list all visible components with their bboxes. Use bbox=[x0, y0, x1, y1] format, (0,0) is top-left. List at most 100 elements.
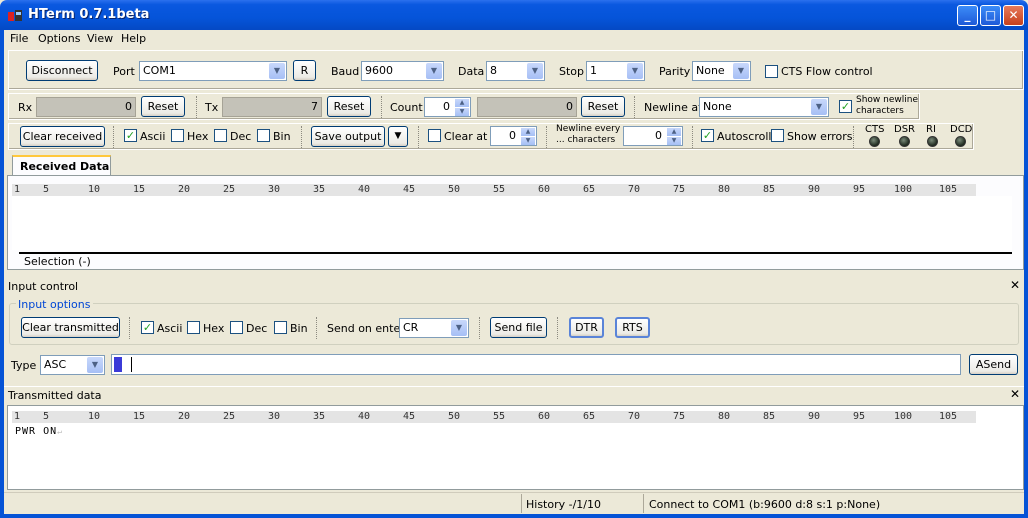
ruler-tick-label: 10 bbox=[88, 411, 101, 422]
spin-down-icon[interactable]: ▼ bbox=[521, 137, 535, 145]
received-text-area[interactable] bbox=[12, 196, 1012, 250]
ruler-tick-label: 105 bbox=[939, 184, 958, 195]
rx-hex-label: Hex bbox=[187, 130, 209, 143]
rx-bin-checkbox[interactable] bbox=[257, 129, 270, 142]
spin-up-icon[interactable]: ▲ bbox=[521, 128, 535, 136]
clear-at-checkbox[interactable] bbox=[428, 129, 441, 142]
show-newline-label-line2: characters bbox=[856, 106, 904, 116]
chevron-down-icon: ▼ bbox=[811, 99, 827, 115]
ruler-tick-label: 15 bbox=[133, 411, 146, 422]
show-errors-checkbox[interactable] bbox=[771, 129, 784, 142]
disconnect-button[interactable]: Disconnect bbox=[26, 60, 98, 81]
tab-received-data[interactable]: Received Data bbox=[12, 155, 111, 176]
separator bbox=[692, 126, 694, 148]
chevron-down-icon: ▼ bbox=[627, 63, 643, 79]
spin-down-icon[interactable]: ▼ bbox=[667, 137, 681, 145]
menu-file[interactable]: File bbox=[10, 32, 28, 45]
menu-help[interactable]: Help bbox=[121, 32, 146, 45]
tx-hex-label: Hex bbox=[203, 322, 225, 335]
rts-toggle-button[interactable]: RTS bbox=[615, 317, 650, 338]
ruler-tick-label: 5 bbox=[43, 411, 50, 422]
cts-flow-checkbox[interactable] bbox=[765, 65, 778, 78]
separator bbox=[129, 317, 131, 339]
ruler-tick-label: 50 bbox=[448, 184, 461, 195]
asend-button[interactable]: ASend bbox=[969, 354, 1018, 375]
separator bbox=[634, 96, 636, 118]
input-control-close-icon[interactable]: ✕ bbox=[1010, 278, 1020, 292]
autoscroll-checkbox[interactable]: ✓ bbox=[701, 129, 714, 142]
send-file-button[interactable]: Send file bbox=[490, 317, 547, 338]
input-marker bbox=[114, 357, 122, 372]
rx-ascii-label: Ascii bbox=[140, 130, 166, 143]
dtr-toggle-button[interactable]: DTR bbox=[569, 317, 604, 338]
tx-reset-button[interactable]: Reset bbox=[327, 96, 371, 117]
transmitted-title: Transmitted data bbox=[8, 389, 102, 402]
clear-received-button[interactable]: Clear received bbox=[20, 126, 105, 147]
close-button[interactable]: ✕ bbox=[1003, 5, 1024, 26]
ruler-tick-label: 1 bbox=[14, 184, 21, 195]
ri-led-icon bbox=[927, 136, 938, 147]
send-input-field[interactable] bbox=[111, 354, 961, 375]
tx-hex-checkbox[interactable] bbox=[187, 321, 200, 334]
enter-return-icon: ↵ bbox=[57, 427, 63, 436]
parity-select[interactable]: None ▼ bbox=[692, 61, 751, 81]
menu-options[interactable]: Options bbox=[38, 32, 80, 45]
tx-ascii-label: Ascii bbox=[157, 322, 183, 335]
parity-label: Parity bbox=[659, 65, 691, 78]
transmitted-close-icon[interactable]: ✕ bbox=[1010, 387, 1020, 401]
ruler-tick-label: 60 bbox=[538, 184, 551, 195]
count-reset-button[interactable]: Reset bbox=[581, 96, 625, 117]
ruler-tick-label: 65 bbox=[583, 411, 596, 422]
ruler-tick-label: 40 bbox=[358, 411, 371, 422]
separator bbox=[418, 126, 420, 148]
count-label: Count bbox=[390, 101, 423, 114]
spin-up-icon[interactable]: ▲ bbox=[455, 99, 469, 107]
maximize-button[interactable]: □ bbox=[980, 5, 1001, 26]
ruler-tick-label: 30 bbox=[268, 411, 281, 422]
tx-bin-checkbox[interactable] bbox=[274, 321, 287, 334]
spin-up-icon[interactable]: ▲ bbox=[667, 128, 681, 136]
save-output-button[interactable]: Save output bbox=[311, 126, 385, 147]
cts-flow-label: CTS Flow control bbox=[781, 65, 873, 78]
port-value: COM1 bbox=[143, 64, 176, 77]
send-on-enter-select[interactable]: CR ▼ bbox=[399, 318, 469, 338]
rx-dec-checkbox[interactable] bbox=[214, 129, 227, 142]
newline-every-spinner[interactable]: 0 ▲ ▼ bbox=[623, 126, 683, 146]
save-options-dropdown[interactable]: ▼ bbox=[388, 126, 408, 147]
checkmark-icon: ✓ bbox=[840, 100, 851, 113]
count-spinner[interactable]: 0 ▲ ▼ bbox=[424, 97, 471, 117]
rx-hex-checkbox[interactable] bbox=[171, 129, 184, 142]
ruler-tick-label: 75 bbox=[673, 184, 686, 195]
newline-at-select[interactable]: None ▼ bbox=[699, 97, 829, 117]
stop-bits-select[interactable]: 1 ▼ bbox=[586, 61, 645, 81]
tx-label: Tx bbox=[205, 101, 219, 114]
ruler-tick-label: 100 bbox=[894, 184, 913, 195]
ruler-tick-label: 65 bbox=[583, 184, 596, 195]
baud-select[interactable]: 9600 ▼ bbox=[361, 61, 444, 81]
ruler-tick-label: 20 bbox=[178, 411, 191, 422]
tx-dec-checkbox[interactable] bbox=[230, 321, 243, 334]
rx-ascii-checkbox[interactable]: ✓ bbox=[124, 129, 137, 142]
cts-led-icon bbox=[869, 136, 880, 147]
show-newline-checkbox[interactable]: ✓ bbox=[839, 100, 852, 113]
clear-transmitted-button[interactable]: Clear transmitted bbox=[21, 317, 120, 338]
spin-down-icon[interactable]: ▼ bbox=[455, 108, 469, 116]
chevron-down-icon: ▼ bbox=[426, 63, 442, 79]
clear-at-label: Clear at bbox=[444, 130, 488, 143]
chevron-down-icon: ▼ bbox=[527, 63, 543, 79]
stop-bits-value: 1 bbox=[590, 64, 597, 77]
stop-bits-label: Stop bbox=[559, 65, 585, 78]
rx-reset-button[interactable]: Reset bbox=[141, 96, 185, 117]
menu-view[interactable]: View bbox=[87, 32, 113, 45]
type-select[interactable]: ASC ▼ bbox=[40, 355, 105, 375]
minimize-button[interactable]: _ bbox=[957, 5, 978, 26]
tx-ascii-checkbox[interactable]: ✓ bbox=[141, 321, 154, 334]
port-select[interactable]: COM1 ▼ bbox=[139, 61, 287, 81]
window-frame-bottom bbox=[0, 514, 1028, 518]
data-bits-select[interactable]: 8 ▼ bbox=[486, 61, 545, 81]
menu-bar bbox=[4, 30, 1024, 48]
title-bar[interactable] bbox=[0, 0, 1028, 30]
clear-at-spinner[interactable]: 0 ▲ ▼ bbox=[490, 126, 537, 146]
refresh-ports-button[interactable]: R bbox=[293, 60, 316, 81]
show-newline-label-line1: Show newline bbox=[856, 95, 918, 105]
